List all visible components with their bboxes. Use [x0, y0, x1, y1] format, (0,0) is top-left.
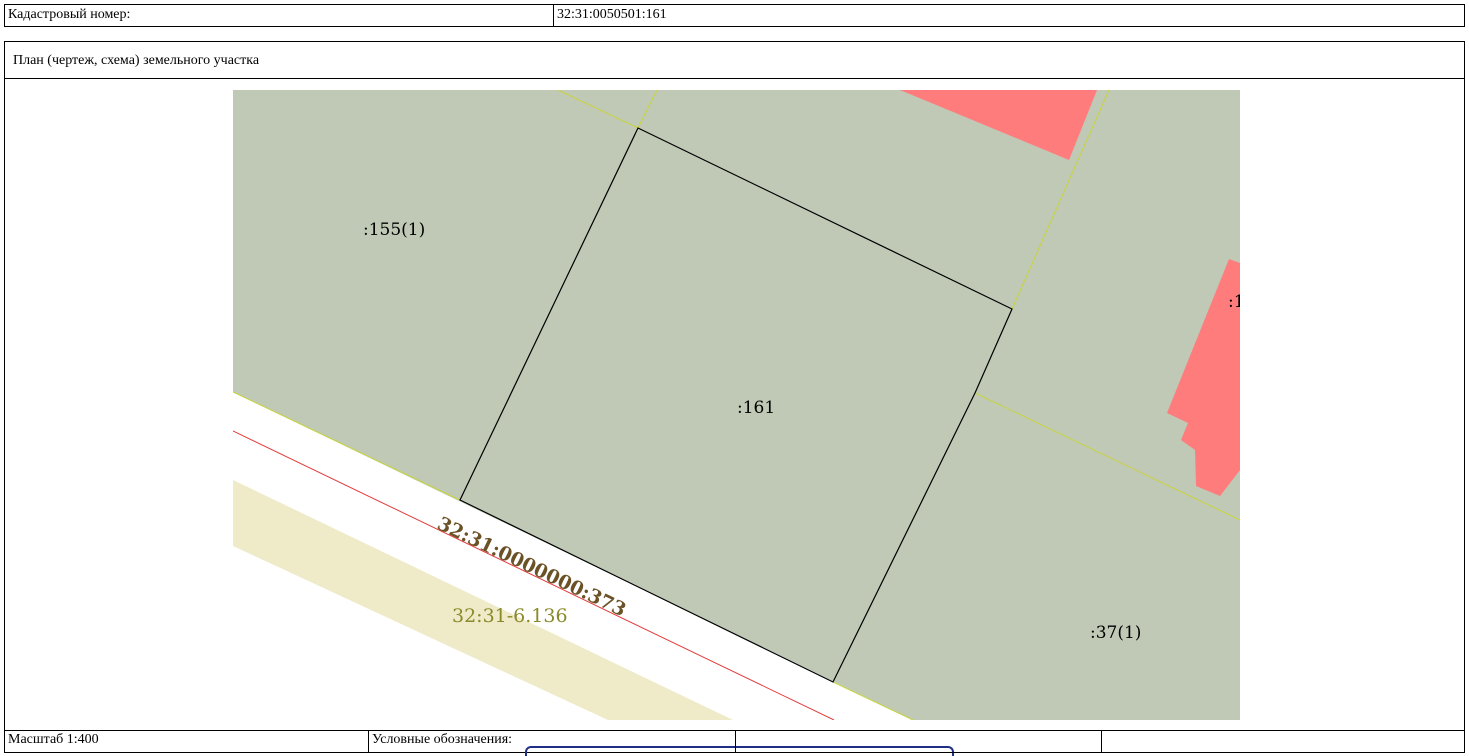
- legend-cell-3: [1101, 730, 1465, 753]
- scale-text: Масштаб 1:400: [8, 732, 99, 747]
- zone-label: 32:31-6.136: [452, 605, 568, 627]
- cadastral-number-value: 32:31:0050501:161: [557, 7, 667, 22]
- legend-label: Условные обозначения:: [372, 732, 513, 747]
- cadastral-number-label-cell: Кадастровый номер:: [4, 4, 554, 27]
- cadastral-map: :155(1) :161 :37(1) :1 32:31-6.136 32:31…: [233, 90, 1240, 720]
- legend-cell-2: [735, 730, 1102, 753]
- parcel-155-label: :155(1): [363, 220, 425, 240]
- partial-parcel-label: :1: [1228, 292, 1240, 312]
- plan-title: План (чертеж, схема) земельного участка: [13, 53, 260, 68]
- parcel-161-label: :161: [737, 398, 775, 418]
- scale-cell: Масштаб 1:400: [4, 730, 369, 753]
- plan-title-cell: План (чертеж, схема) земельного участка: [4, 41, 1465, 79]
- cadastral-number-label: Кадастровый номер:: [8, 7, 131, 22]
- cadastral-number-value-cell: 32:31:0050501:161: [553, 4, 1465, 27]
- parcel-37-label: :37(1): [1090, 623, 1141, 643]
